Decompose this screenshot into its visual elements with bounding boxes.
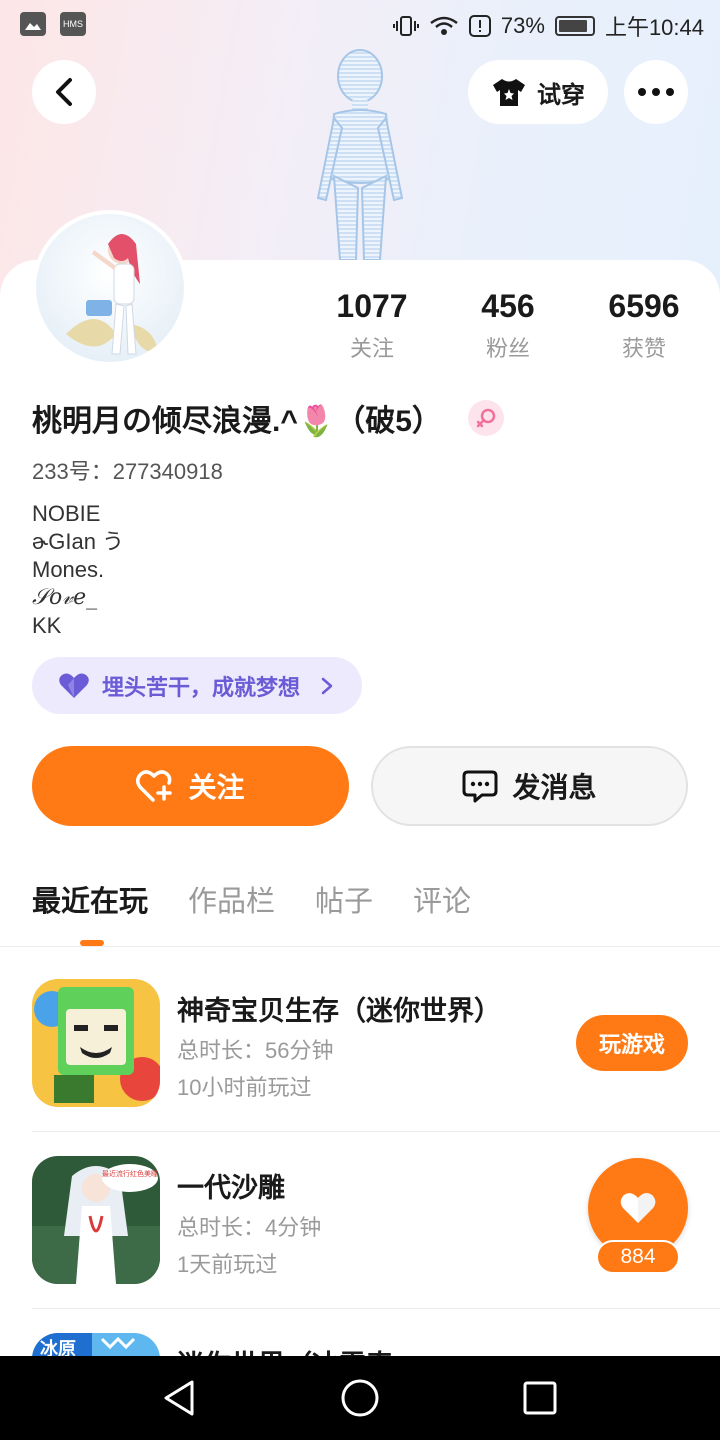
back-triangle-icon[interactable] xyxy=(158,1376,202,1420)
bio: NOBIE ɚGIan う Mones. 𝒮𝑜𝓋𝑒_ KK xyxy=(32,500,124,640)
following-count: 1077 xyxy=(336,288,408,324)
chat-bubble-icon xyxy=(462,770,498,803)
chevron-left-icon xyxy=(56,78,72,106)
profile-tabs: 最近在玩 作品栏 帖子 评论 xyxy=(32,878,471,920)
follow-button[interactable]: 关注 xyxy=(32,746,349,826)
avatar[interactable] xyxy=(32,210,188,366)
divider xyxy=(0,946,720,947)
motto-text: 埋头苦干，成就梦想 xyxy=(102,674,301,700)
likes-label: 获赞 xyxy=(621,336,666,361)
recent-apps-icon[interactable] xyxy=(518,1376,562,1420)
female-icon xyxy=(467,400,504,436)
tshirt-icon xyxy=(493,79,525,106)
follow-label: 关注 xyxy=(188,772,245,803)
avatar-outfit-figure xyxy=(316,49,404,261)
play-game-button[interactable]: 玩游戏 xyxy=(576,1015,688,1071)
nickname: 桃明月の倾尽浪漫.^🌷（破5） xyxy=(32,405,442,438)
bio-line: ɚGIan う xyxy=(32,529,125,554)
floating-like-count: 884 xyxy=(596,1240,680,1274)
heart-plus-icon xyxy=(136,770,173,802)
game-icon-caption: 最近流行红色美瞳 xyxy=(102,1169,158,1178)
send-message-label: 发消息 xyxy=(512,772,597,803)
motto-tag[interactable]: 埋头苦干，成就梦想 xyxy=(32,657,362,714)
game-item[interactable]: 神奇宝贝生存（迷你世界） 总时长：56分钟 10小时前玩过 玩游戏 xyxy=(32,979,720,1155)
heart-icon xyxy=(620,1193,656,1223)
send-message-button[interactable]: 发消息 xyxy=(371,746,688,826)
likes-count: 6596 xyxy=(608,288,680,324)
tab-works[interactable]: 作品栏 xyxy=(188,878,275,920)
clock: 上午10:44 xyxy=(604,15,704,40)
tab-recently-played[interactable]: 最近在玩 xyxy=(32,878,148,920)
game-duration: 总时长：56分钟 xyxy=(177,1038,334,1063)
gallery-notification-icon xyxy=(20,12,46,36)
followers-count: 456 xyxy=(481,288,535,324)
game-title: 一代沙雕 xyxy=(177,1173,285,1203)
game-last-played: 1天前玩过 xyxy=(177,1252,278,1277)
status-bar: HMS 73% 上午10:44 xyxy=(0,0,720,50)
user-id: 233号：277340918 xyxy=(32,459,223,484)
game-last-played: 10小时前玩过 xyxy=(177,1075,312,1100)
heart-icon xyxy=(59,673,89,698)
nickname-row: 桃明月の倾尽浪漫.^🌷（破5） xyxy=(32,396,504,440)
battery-icon xyxy=(554,16,595,36)
more-dots-icon xyxy=(638,88,674,96)
likes-stat[interactable]: 6596 获赞 xyxy=(584,288,704,363)
battery-percent: 73% xyxy=(500,13,545,38)
divider xyxy=(32,1308,720,1309)
game-title: 神奇宝贝生存（迷你世界） xyxy=(177,996,501,1026)
try-on-label: 试穿 xyxy=(537,81,585,109)
tab-posts[interactable]: 帖子 xyxy=(315,878,373,920)
chevron-right-icon xyxy=(321,677,333,694)
divider xyxy=(32,1131,720,1132)
wifi-icon xyxy=(430,16,458,35)
following-stat[interactable]: 1077 关注 xyxy=(312,288,432,363)
bio-line: Mones. xyxy=(32,557,105,582)
alert-icon xyxy=(468,15,491,37)
tab-comments[interactable]: 评论 xyxy=(413,878,471,920)
more-options-button[interactable] xyxy=(624,60,688,124)
avatar-character-image xyxy=(66,234,158,355)
bio-line: NOBIE xyxy=(32,501,101,526)
game-icon: 最近流行红色美瞳 xyxy=(32,1156,160,1284)
following-label: 关注 xyxy=(349,336,394,361)
back-button[interactable] xyxy=(32,60,96,124)
try-on-button[interactable]: 试穿 xyxy=(468,60,608,124)
bio-line: 𝒮𝑜𝓋𝑒_ xyxy=(32,585,98,610)
followers-stat[interactable]: 456 粉丝 xyxy=(448,288,568,363)
followers-label: 粉丝 xyxy=(485,336,530,361)
game-duration: 总时长：4分钟 xyxy=(177,1215,322,1240)
hms-notification-icon: HMS xyxy=(60,12,86,36)
game-icon xyxy=(32,979,160,1107)
bio-line: KK xyxy=(32,613,62,638)
vibrate-icon xyxy=(392,16,419,36)
system-navigation-bar xyxy=(0,1356,720,1440)
home-circle-icon[interactable] xyxy=(338,1376,382,1420)
